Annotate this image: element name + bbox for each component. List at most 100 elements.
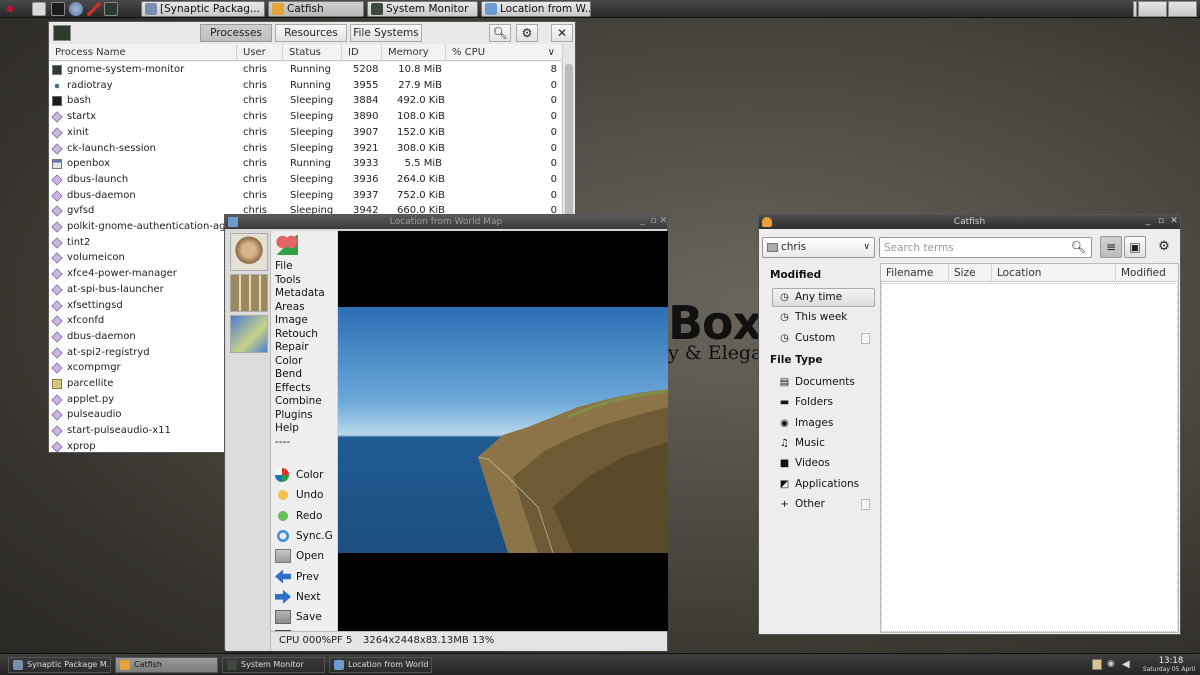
next-button[interactable]: Next [275, 588, 320, 606]
column-cpu[interactable]: % CPU ∨ [446, 44, 561, 61]
maximize-icon[interactable]: ▫ [1156, 216, 1166, 227]
menu-item-6[interactable]: Repair [275, 341, 309, 355]
table-row[interactable]: dbus-launch chris Sleeping 3936 264.0 KiB 0 [49, 172, 561, 188]
radio-tray-icon[interactable]: ◉ [1107, 659, 1117, 670]
modified-filter-any-time[interactable]: ◷ Any time [772, 288, 875, 307]
edit-document-icon[interactable] [861, 332, 870, 344]
undo-button[interactable]: Undo [275, 486, 323, 504]
menu-item-7[interactable]: Color [275, 355, 302, 369]
tab-file-systems[interactable]: File Systems [350, 24, 422, 42]
gear-icon[interactable]: ⚙ [516, 24, 538, 42]
search-icon[interactable]: 🔍︎ [1071, 240, 1086, 254]
clock-time[interactable]: 13:18 [1148, 656, 1194, 666]
column-memory[interactable]: Memory [382, 44, 446, 61]
filetype-filter-images[interactable]: ◉ Images [772, 414, 875, 433]
table-row[interactable]: gnome-system-monitor chris Running 5208 10.8… [49, 62, 561, 78]
volume-tray-icon[interactable]: ◀ [1122, 659, 1132, 670]
web-browser-icon[interactable] [69, 2, 83, 16]
search-icon[interactable]: 🔍︎ [489, 24, 511, 42]
table-row[interactable]: bash chris Sleeping 3884 492.0 KiB 0 [49, 93, 561, 109]
image-viewer-titlebar[interactable]: Location from World Map _ ▫ ✕ [225, 215, 667, 229]
filetype-filter-applications[interactable]: ◩ Applications [772, 475, 875, 494]
prev-button[interactable]: Prev [275, 568, 319, 586]
taskbar-catfish[interactable]: Catfish [115, 657, 218, 673]
column-location[interactable]: Location [992, 264, 1116, 282]
tab-processes[interactable]: Processes [200, 24, 272, 42]
table-row[interactable]: openbox chris Running 3933 5.5 MiB 0 [49, 156, 561, 172]
catfish-titlebar[interactable]: Catfish _ ▫ ✕ [759, 215, 1180, 229]
column-filename[interactable]: Filename [881, 264, 949, 282]
column-process-name[interactable]: Process Name [49, 44, 237, 61]
column-id[interactable]: ID [342, 44, 382, 61]
table-row[interactable]: startx chris Sleeping 3890 108.0 KiB 0 [49, 109, 561, 125]
file-manager-icon[interactable] [32, 2, 46, 16]
debian-icon[interactable] [3, 2, 17, 16]
menu-item-2[interactable]: Metadata [275, 287, 325, 301]
menu-item-11[interactable]: Plugins [275, 409, 313, 423]
taskbar-image-viewer[interactable]: Location from W... [481, 1, 591, 17]
results-list[interactable] [881, 283, 1178, 632]
modified-filter-this-week[interactable]: ◷ This week [772, 308, 875, 327]
scrollbar-thumb[interactable] [565, 64, 573, 224]
search-input[interactable] [884, 240, 1064, 255]
taskbar-system-monitor[interactable]: System Monitor [367, 1, 478, 17]
table-row[interactable]: ck-launch-session chris Sleeping 3921 308.0 … [49, 141, 561, 157]
filetype-filter-videos[interactable]: ■ Videos [772, 454, 875, 473]
image-canvas[interactable] [338, 231, 668, 631]
workspace-1-button[interactable] [1138, 1, 1167, 17]
close-icon[interactable]: ✕ [551, 24, 573, 42]
menu-item-10[interactable]: Combine [275, 395, 322, 409]
color-button[interactable]: Color [275, 466, 323, 484]
minimize-icon[interactable]: _ [638, 216, 647, 227]
taskbar-system-monitor[interactable]: System Monitor [222, 657, 325, 673]
syncg-button[interactable]: Sync.G [275, 527, 333, 545]
column-user[interactable]: User [237, 44, 283, 61]
terminal-icon[interactable] [51, 2, 65, 16]
menu-item-13[interactable]: ---- [275, 436, 290, 450]
world-map-thumbnail[interactable] [230, 315, 268, 353]
menu-item-12[interactable]: Help [275, 422, 299, 436]
text-editor-icon[interactable] [87, 2, 101, 16]
menu-item-9[interactable]: Effects [275, 382, 311, 396]
minimize-icon[interactable]: _ [1143, 216, 1153, 227]
taskbar-synaptic[interactable]: Synaptic Package M... [8, 657, 111, 673]
taskbar-image-viewer[interactable]: Location from World ... [329, 657, 432, 673]
location-combo[interactable]: chris ∨ [762, 237, 875, 258]
menu-item-3[interactable]: Areas [275, 301, 305, 315]
column-size[interactable]: Size [949, 264, 992, 282]
thumbnail-view-button[interactable]: ▣ [1124, 236, 1146, 258]
gear-icon[interactable]: ⚙ [1154, 237, 1174, 257]
menu-item-8[interactable]: Bend [275, 368, 302, 382]
menu-item-1[interactable]: Tools [275, 274, 301, 288]
system-monitor-icon[interactable] [104, 2, 118, 16]
list-view-button[interactable]: ≡ [1100, 236, 1122, 258]
menu-item-5[interactable]: Retouch [275, 328, 318, 342]
portrait-thumbnail[interactable] [230, 233, 268, 271]
column-status[interactable]: Status [283, 44, 342, 61]
filetype-filter-music[interactable]: ♫ Music [772, 434, 875, 453]
gallery-thumbnail[interactable] [230, 274, 268, 312]
open-button[interactable]: Open [275, 547, 324, 565]
close-icon[interactable]: ✕ [1169, 216, 1179, 227]
redo-button[interactable]: Redo [275, 507, 322, 525]
search-field[interactable]: 🔍︎ [879, 237, 1092, 258]
filetype-filter-other[interactable]: + Other [772, 495, 875, 514]
tab-resources[interactable]: Resources [275, 24, 347, 42]
modified-filter-custom[interactable]: ◷ Custom [772, 329, 875, 348]
table-row[interactable]: xinit chris Sleeping 3907 152.0 KiB 0 [49, 125, 561, 141]
close-icon[interactable]: ✕ [659, 216, 668, 227]
column-modified[interactable]: Modified [1116, 264, 1178, 282]
table-row[interactable]: radiotray chris Running 3955 27.9 MiB 0 [49, 78, 561, 94]
menu-item-4[interactable]: Image [275, 314, 308, 328]
workspace-2-button[interactable] [1168, 1, 1197, 17]
menu-item-0[interactable]: File [275, 260, 293, 274]
taskbar-catfish[interactable]: Catfish [268, 1, 364, 17]
filetype-filter-documents[interactable]: ▤ Documents [772, 373, 875, 392]
edit-document-icon[interactable] [861, 498, 870, 510]
taskbar-synaptic[interactable]: [Synaptic Packag... [141, 1, 265, 17]
clipboard-tray-icon[interactable] [1092, 659, 1102, 670]
save-button[interactable]: Save [275, 608, 322, 626]
maximize-icon[interactable]: ▫ [649, 216, 658, 227]
filetype-filter-folders[interactable]: ▬ Folders [772, 393, 875, 412]
desktop-switcher-button[interactable] [1133, 1, 1137, 17]
